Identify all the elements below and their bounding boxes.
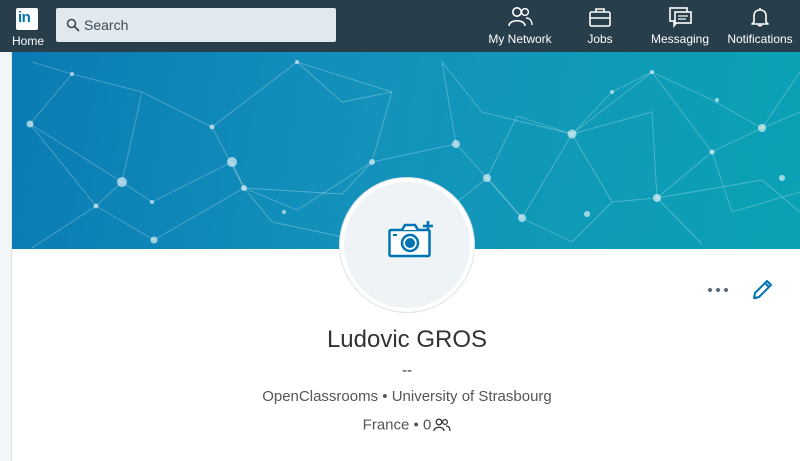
nav-messaging[interactable]: Messaging [646, 6, 714, 50]
connections-count[interactable]: 0 [423, 417, 431, 434]
network-icon [508, 7, 533, 27]
profile-photo-placeholder[interactable] [340, 178, 474, 312]
separator: • [382, 388, 388, 405]
left-gutter [0, 52, 12, 461]
profile-name: Ludovic GROS [326, 326, 488, 353]
linkedin-logo-icon: in [16, 8, 38, 30]
messaging-icon [669, 7, 692, 28]
profile-headline: -- [402, 362, 412, 379]
global-nav: in Home My Network Jobs [0, 0, 800, 52]
current-company-link[interactable]: OpenClassrooms [262, 388, 378, 405]
home-label: Home [11, 34, 44, 48]
bell-icon [751, 8, 769, 27]
briefcase-icon [589, 8, 611, 27]
profile-experience-education: OpenClassrooms • University of Strasbour… [12, 388, 800, 405]
ellipsis-icon [708, 288, 728, 292]
profile-card: Ludovic GROS -- OpenClassrooms • Univers… [12, 52, 800, 461]
add-photo-camera-icon [388, 221, 433, 258]
profile-location: France [362, 416, 410, 434]
search-input[interactable] [84, 8, 324, 42]
profile-location-row: France • 0 [12, 416, 800, 434]
separator: • [413, 416, 419, 434]
pencil-icon [753, 280, 772, 299]
nav-jobs[interactable]: Jobs [572, 6, 628, 50]
connections-icon[interactable] [433, 418, 451, 432]
home-nav-item[interactable]: in Home [8, 4, 48, 50]
more-actions-button[interactable] [706, 280, 732, 300]
nav-my-network[interactable]: My Network [484, 6, 556, 50]
search-icon [66, 18, 80, 32]
edit-profile-button[interactable] [750, 278, 776, 302]
search-box[interactable] [56, 8, 336, 42]
school-link[interactable]: University of Strasbourg [392, 388, 552, 405]
nav-notifications[interactable]: Notifications [722, 6, 798, 50]
